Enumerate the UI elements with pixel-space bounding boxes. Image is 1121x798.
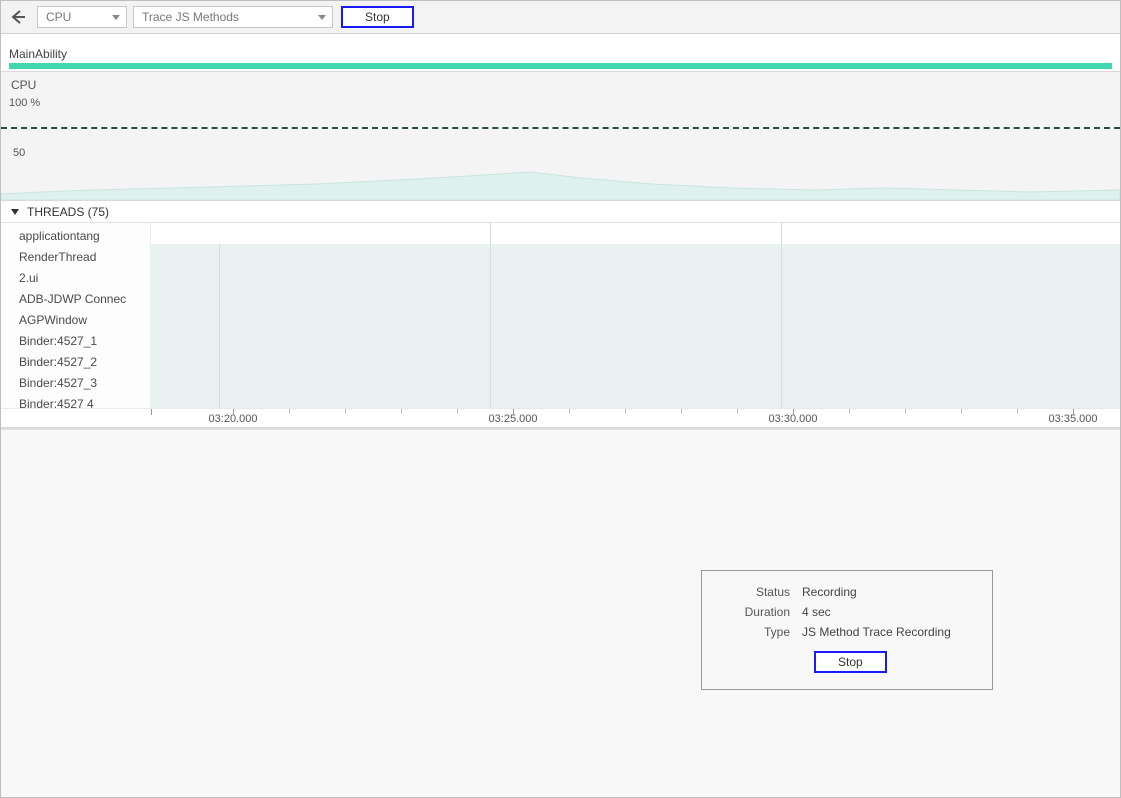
stop-recording-button[interactable]: Stop xyxy=(814,651,887,673)
list-item[interactable]: AGPWindow xyxy=(1,309,150,330)
detail-area: Status Recording Duration 4 sec Type JS … xyxy=(1,429,1120,769)
threads-panel: THREADS (75) applicationtang RenderThrea… xyxy=(1,201,1120,429)
type-key: Type xyxy=(718,625,802,639)
view-selector-label: CPU xyxy=(46,10,71,24)
list-item[interactable]: Binder:4527_1 xyxy=(1,330,150,351)
list-item[interactable]: Binder:4527_2 xyxy=(1,351,150,372)
ability-underline xyxy=(9,63,1112,69)
cpu-title: CPU xyxy=(11,78,36,92)
list-item[interactable]: Binder:4527_3 xyxy=(1,372,150,393)
chevron-down-icon xyxy=(318,15,326,20)
cpu-threshold-line xyxy=(1,127,1120,129)
threads-toggle[interactable]: THREADS (75) xyxy=(1,201,1120,223)
back-button[interactable] xyxy=(7,6,29,28)
list-item[interactable]: 2.ui xyxy=(1,267,150,288)
trace-method-label: Trace JS Methods xyxy=(142,10,239,24)
status-value: Recording xyxy=(802,585,857,599)
list-item[interactable]: Binder:4527 4 xyxy=(1,393,150,408)
duration-key: Duration xyxy=(718,605,802,619)
list-item[interactable]: RenderThread xyxy=(1,246,150,267)
threads-name-list[interactable]: applicationtang RenderThread 2.ui ADB-JD… xyxy=(1,223,151,408)
trace-method-selector[interactable]: Trace JS Methods xyxy=(133,6,333,28)
recording-status-card: Status Recording Duration 4 sec Type JS … xyxy=(701,570,993,690)
threads-chart[interactable] xyxy=(151,223,1120,408)
cpu-chart[interactable]: CPU 100 % 50 xyxy=(1,71,1120,201)
ability-row: MainAbility xyxy=(1,34,1120,71)
selected-thread-row xyxy=(151,223,1120,244)
cpu-area xyxy=(1,162,1120,200)
timeline[interactable]: 03:20.000 03:25.000 03:30.000 03:35.000 xyxy=(1,408,1120,428)
ability-title: MainAbility xyxy=(9,47,67,61)
list-item[interactable]: ADB-JDWP Connec xyxy=(1,288,150,309)
cpu-ytick-50: 50 xyxy=(13,147,25,159)
list-item[interactable]: applicationtang xyxy=(1,225,150,246)
chevron-down-icon xyxy=(11,209,19,215)
duration-value: 4 sec xyxy=(802,605,831,619)
threads-header-label: THREADS (75) xyxy=(27,205,109,219)
status-key: Status xyxy=(718,585,802,599)
stop-button[interactable]: Stop xyxy=(341,6,414,28)
chevron-down-icon xyxy=(112,15,120,20)
cpu-ytick-100: 100 % xyxy=(9,97,40,109)
type-value: JS Method Trace Recording xyxy=(802,625,951,639)
profiler-window: CPU Trace JS Methods Stop MainAbility CP… xyxy=(0,0,1121,798)
threads-body: applicationtang RenderThread 2.ui ADB-JD… xyxy=(1,223,1120,408)
view-selector[interactable]: CPU xyxy=(37,6,127,28)
toolbar: CPU Trace JS Methods Stop xyxy=(1,1,1120,34)
